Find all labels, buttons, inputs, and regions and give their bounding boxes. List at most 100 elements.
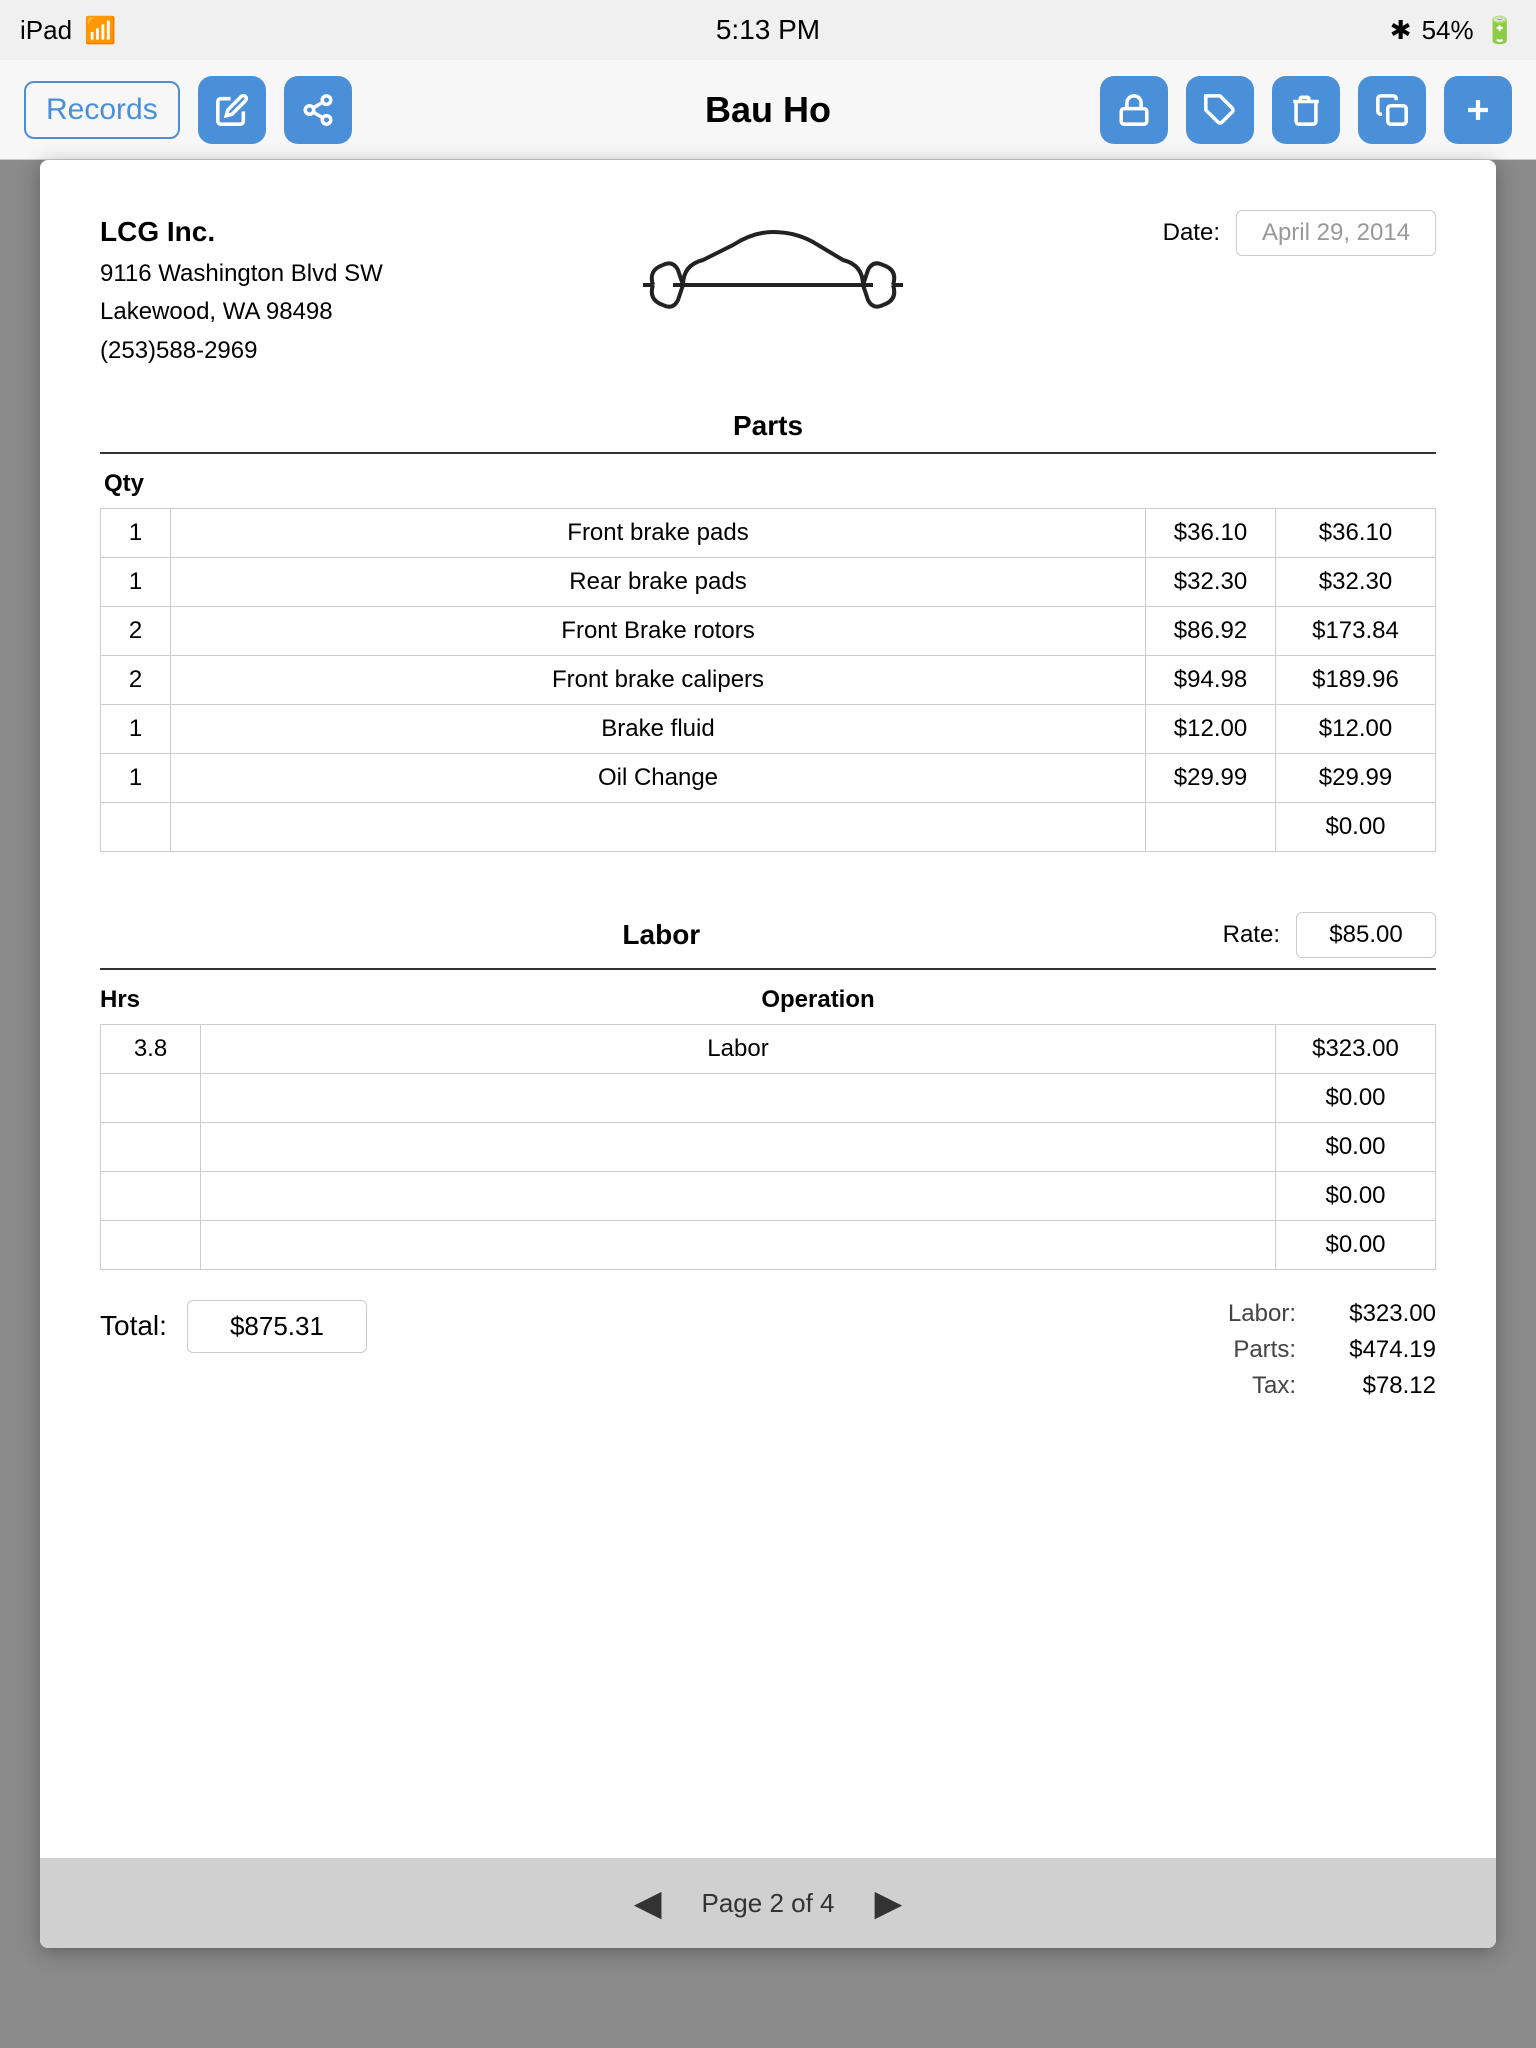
parts-cell-qty[interactable]: 2	[101, 606, 171, 655]
parts-cell-price[interactable]: $12.00	[1146, 704, 1276, 753]
company-address1: 9116 Washington Blvd SW	[100, 255, 383, 293]
document-content: LCG Inc. 9116 Washington Blvd SW Lakewoo…	[40, 160, 1496, 1450]
parts-cell-desc[interactable]: Front brake calipers	[171, 655, 1146, 704]
car-icon	[643, 210, 903, 330]
parts-cell-qty[interactable]: 1	[101, 753, 171, 802]
share-icon	[301, 93, 335, 127]
labor-cell-op[interactable]	[201, 1122, 1276, 1171]
labor-row: $0.00	[101, 1171, 1436, 1220]
status-time: 5:13 PM	[716, 14, 820, 46]
labor-cell-op[interactable]	[201, 1073, 1276, 1122]
labor-cell-op[interactable]	[201, 1171, 1276, 1220]
next-page-button[interactable]: ▶	[875, 1882, 903, 1924]
parts-cell-desc[interactable]: Brake fluid	[171, 704, 1146, 753]
parts-cell-qty[interactable]: 1	[101, 557, 171, 606]
parts-cell-total: $29.99	[1276, 753, 1436, 802]
parts-cell-total: $189.96	[1276, 655, 1436, 704]
parts-title: Parts	[100, 410, 1436, 454]
parts-cell-qty[interactable]: 1	[101, 704, 171, 753]
parts-row: $0.00	[101, 802, 1436, 851]
company-address2: Lakewood, WA 98498	[100, 293, 383, 331]
status-right: ✱ 54% 🔋	[1390, 15, 1516, 46]
parts-cell-total: $173.84	[1276, 606, 1436, 655]
parts-cell-qty[interactable]	[101, 802, 171, 851]
tax-total-value: $78.12	[1316, 1372, 1436, 1400]
company-phone: (253)588-2969	[100, 332, 383, 370]
parts-cell-price[interactable]: $94.98	[1146, 655, 1276, 704]
rate-value[interactable]: $85.00	[1296, 912, 1436, 958]
parts-cell-price[interactable]: $36.10	[1146, 508, 1276, 557]
nav-title: Bau Ho	[705, 89, 831, 131]
labor-cell-op[interactable]	[201, 1220, 1276, 1269]
wifi-icon: 📶	[84, 15, 116, 46]
prev-page-button[interactable]: ◀	[634, 1882, 662, 1924]
battery-icon: 🔋	[1484, 15, 1516, 46]
doc-header: LCG Inc. 9116 Washington Blvd SW Lakewoo…	[100, 210, 1436, 370]
nav-bar: Records Bau Ho	[0, 60, 1536, 160]
company-info: LCG Inc. 9116 Washington Blvd SW Lakewoo…	[100, 210, 383, 370]
totals-right: Labor: $323.00 Parts: $474.19 Tax: $78.1…	[1228, 1300, 1436, 1400]
parts-cell-total: $36.10	[1276, 508, 1436, 557]
labor-cell-hrs[interactable]: 3.8	[101, 1024, 201, 1073]
labor-rate: Rate: $85.00	[1223, 912, 1436, 958]
labor-table: 3.8Labor$323.00$0.00$0.00$0.00$0.00	[100, 1024, 1436, 1270]
labor-section: Labor Rate: $85.00 Hrs Operation 3.8Labo…	[100, 912, 1436, 1270]
status-bar: iPad 📶 5:13 PM ✱ 54% 🔋	[0, 0, 1536, 60]
total-value[interactable]: $875.31	[187, 1300, 367, 1353]
copy-icon	[1375, 93, 1409, 127]
parts-cell-desc[interactable]: Front brake pads	[171, 508, 1146, 557]
parts-row: 1Brake fluid$12.00$12.00	[101, 704, 1436, 753]
labor-cell-hrs[interactable]	[101, 1171, 201, 1220]
date-value[interactable]: April 29, 2014	[1236, 210, 1436, 256]
parts-section: Parts Qty 1Front brake pads$36.10$36.101…	[100, 410, 1436, 852]
labor-title-row: Labor Rate: $85.00	[100, 912, 1436, 970]
pen-icon	[215, 93, 249, 127]
parts-cell-desc[interactable]	[171, 802, 1146, 851]
labor-cell-total: $323.00	[1276, 1024, 1436, 1073]
total-left: Total: $875.31	[100, 1300, 367, 1353]
parts-qty-header: Qty	[100, 470, 1436, 498]
labor-cell-hrs[interactable]	[101, 1220, 201, 1269]
labor-cell-hrs[interactable]	[101, 1073, 201, 1122]
status-left: iPad 📶	[20, 15, 116, 46]
edit-button[interactable]	[198, 76, 266, 144]
nav-left-buttons: Records	[24, 76, 352, 144]
document-area: LCG Inc. 9116 Washington Blvd SW Lakewoo…	[40, 160, 1496, 1948]
parts-total-value: $474.19	[1316, 1336, 1436, 1364]
tag-button[interactable]	[1186, 76, 1254, 144]
tax-total-label: Tax:	[1252, 1372, 1296, 1400]
parts-cell-desc[interactable]: Front Brake rotors	[171, 606, 1146, 655]
trash-button[interactable]	[1272, 76, 1340, 144]
tag-icon	[1203, 93, 1237, 127]
parts-cell-price[interactable]: $32.30	[1146, 557, 1276, 606]
labor-total-row: Labor: $323.00	[1228, 1300, 1436, 1328]
share-button[interactable]	[284, 76, 352, 144]
parts-cell-price[interactable]	[1146, 802, 1276, 851]
parts-row: 2Front brake calipers$94.98$189.96	[101, 655, 1436, 704]
labor-row: 3.8Labor$323.00	[101, 1024, 1436, 1073]
parts-cell-total: $12.00	[1276, 704, 1436, 753]
page-footer: ◀ Page 2 of 4 ▶	[40, 1858, 1496, 1948]
trash-icon	[1289, 93, 1323, 127]
parts-cell-desc[interactable]: Oil Change	[171, 753, 1146, 802]
parts-cell-qty[interactable]: 1	[101, 508, 171, 557]
labor-cell-op[interactable]: Labor	[201, 1024, 1276, 1073]
battery-label: 54%	[1422, 15, 1474, 46]
summary-section: Total: $875.31 Labor: $323.00 Parts: $47…	[100, 1300, 1436, 1400]
parts-cell-desc[interactable]: Rear brake pads	[171, 557, 1146, 606]
parts-cell-price[interactable]: $86.92	[1146, 606, 1276, 655]
parts-cell-price[interactable]: $29.99	[1146, 753, 1276, 802]
labor-cell-hrs[interactable]	[101, 1122, 201, 1171]
add-button[interactable]	[1444, 76, 1512, 144]
parts-cell-qty[interactable]: 2	[101, 655, 171, 704]
labor-row: $0.00	[101, 1220, 1436, 1269]
parts-total-label: Parts:	[1233, 1336, 1296, 1364]
lock-icon	[1117, 93, 1151, 127]
car-logo	[383, 210, 1163, 330]
records-button[interactable]: Records	[24, 81, 180, 139]
parts-table: 1Front brake pads$36.10$36.101Rear brake…	[100, 508, 1436, 852]
copy-button[interactable]	[1358, 76, 1426, 144]
labor-total-value: $323.00	[1316, 1300, 1436, 1328]
labor-hrs-header: Hrs	[100, 986, 200, 1014]
lock-button[interactable]	[1100, 76, 1168, 144]
